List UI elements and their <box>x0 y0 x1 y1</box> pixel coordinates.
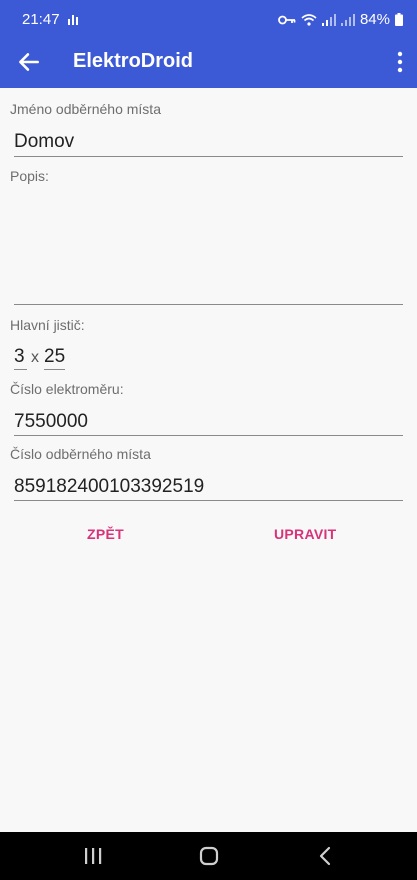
back-button[interactable]: ZPĚT <box>87 526 124 542</box>
wifi-icon <box>301 14 317 26</box>
name-field-underline <box>14 156 403 157</box>
signal-icon-2 <box>340 13 355 26</box>
status-bar: 21:47 84% <box>0 0 417 36</box>
signal-icon <box>321 13 336 26</box>
place-field[interactable]: 859182400103392519 <box>14 476 204 498</box>
breaker-label: Hlavní jistič: <box>10 317 85 333</box>
meter-field[interactable]: 7550000 <box>14 411 88 433</box>
status-time: 21:47 <box>22 11 60 28</box>
breaker-phases-field[interactable]: 3 <box>14 346 25 368</box>
arrow-back-icon[interactable] <box>16 49 42 75</box>
description-label: Popis: <box>10 168 49 184</box>
edit-button[interactable]: UPRAVIT <box>274 526 337 542</box>
back-nav-icon[interactable] <box>318 844 332 868</box>
key-icon <box>278 15 296 24</box>
breaker-amps-field[interactable]: 25 <box>44 346 65 368</box>
name-field[interactable]: Domov <box>14 131 74 153</box>
recents-icon[interactable] <box>84 844 102 868</box>
breaker-phases-underline <box>14 369 27 370</box>
place-label: Číslo odběrného místa <box>10 446 151 462</box>
meter-label: Číslo elektroměru: <box>10 381 124 397</box>
description-field-underline <box>14 304 403 305</box>
breaker-separator: x <box>31 349 39 366</box>
battery-percentage: 84% <box>359 11 390 28</box>
name-label: Jméno odběrného místa <box>10 101 161 117</box>
breaker-amps-underline <box>44 369 65 370</box>
activity-icon <box>68 15 78 25</box>
battery-icon <box>395 13 403 26</box>
page-title: ElektroDroid <box>73 50 194 72</box>
meter-field-underline <box>14 435 403 436</box>
home-icon[interactable] <box>199 844 219 868</box>
more-vert-icon[interactable] <box>395 50 405 74</box>
place-field-underline <box>14 500 403 501</box>
app-bar: ElektroDroid <box>0 36 417 88</box>
system-nav-bar <box>0 832 417 880</box>
